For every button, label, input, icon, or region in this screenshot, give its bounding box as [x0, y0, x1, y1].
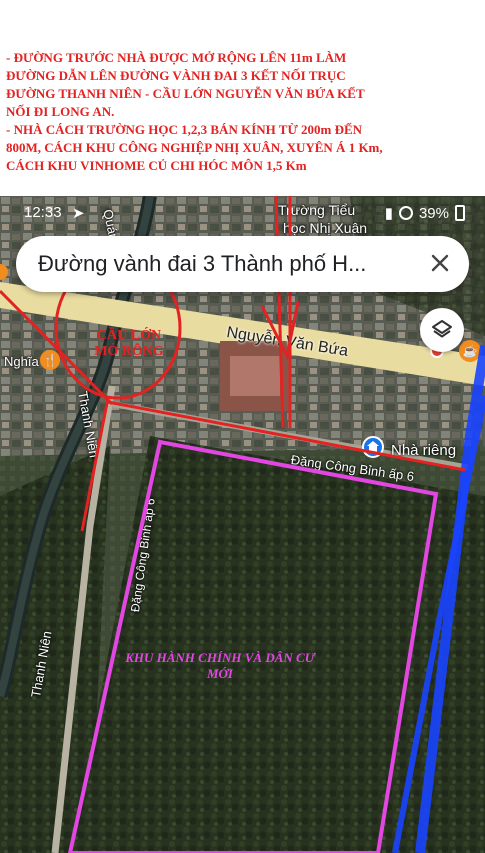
alarm-icon	[398, 206, 413, 220]
note-line-2: ĐƯỜNG DẪN LÊN ĐƯỜNG VÀNH ĐAI 3 KẾT NỐI T…	[6, 68, 346, 83]
zone-annotation: KHU HÀNH CHÍNH VÀ DÂN CƯ MỚI	[120, 650, 320, 682]
note-line-4: NỐI ĐI LONG AN.	[6, 104, 115, 119]
battery-text: 39%	[418, 204, 449, 222]
note-line-3: ĐƯỜNG THANH NIÊN - CẦU LỚN NGUYỄN VĂN BỨ…	[6, 86, 365, 101]
map-view[interactable]: Trường Tiểu học Nhị Xuân Quán Th Nguyễn …	[0, 196, 485, 853]
red-line-3	[107, 400, 466, 472]
status-bar: 12:33 ➤ ▮ 39%	[0, 202, 485, 224]
annotation-layer	[0, 196, 485, 853]
note-line-1: - ĐƯỜNG TRƯỚC NHÀ ĐƯỢC MỞ RỘNG LÊN 11m L…	[6, 50, 347, 65]
status-time: 12:33	[24, 204, 62, 221]
layers-button[interactable]	[420, 308, 464, 352]
bridge-annotation-line1: CẦU LỚN	[96, 328, 162, 343]
bridge-annotation-line2: MỞ RỘNG	[94, 344, 164, 359]
zone-annotation-line2: MỚI	[206, 666, 233, 681]
note-line-7: CÁCH KHU VINHOME CỦ CHI HÓC MÔN 1,5 Km	[6, 158, 307, 173]
layers-icon	[430, 318, 454, 347]
zone-annotation-line1: KHU HÀNH CHÍNH VÀ DÂN CƯ	[125, 650, 315, 665]
search-query[interactable]: Đường vành đai 3 Thành phố H...	[38, 251, 418, 277]
battery-icon	[455, 205, 465, 221]
close-icon[interactable]	[425, 248, 455, 278]
ring-road-line	[415, 345, 485, 853]
note-line-6: 800M, CÁCH KHU CÔNG NGHIỆP NHỊ XUÂN, XUY…	[6, 140, 383, 155]
arrow-line-1	[274, 196, 285, 429]
new-zone-outline	[67, 439, 439, 853]
status-right: ▮ 39%	[385, 204, 465, 222]
navigation-icon: ➤	[72, 205, 85, 222]
signal-icon: ▮	[384, 205, 393, 222]
note-line-5: - NHÀ CÁCH TRƯỜNG HỌC 1,2,3 BÁN KÍNH TỪ …	[6, 122, 363, 137]
search-bar[interactable]: Đường vành đai 3 Thành phố H...	[16, 236, 469, 292]
notes-panel: - ĐƯỜNG TRƯỚC NHÀ ĐƯỢC MỞ RỘNG LÊN 11m L…	[0, 0, 485, 196]
bridge-annotation: CẦU LỚN MỞ RỘNG	[74, 328, 184, 360]
red-line-2	[80, 397, 110, 532]
